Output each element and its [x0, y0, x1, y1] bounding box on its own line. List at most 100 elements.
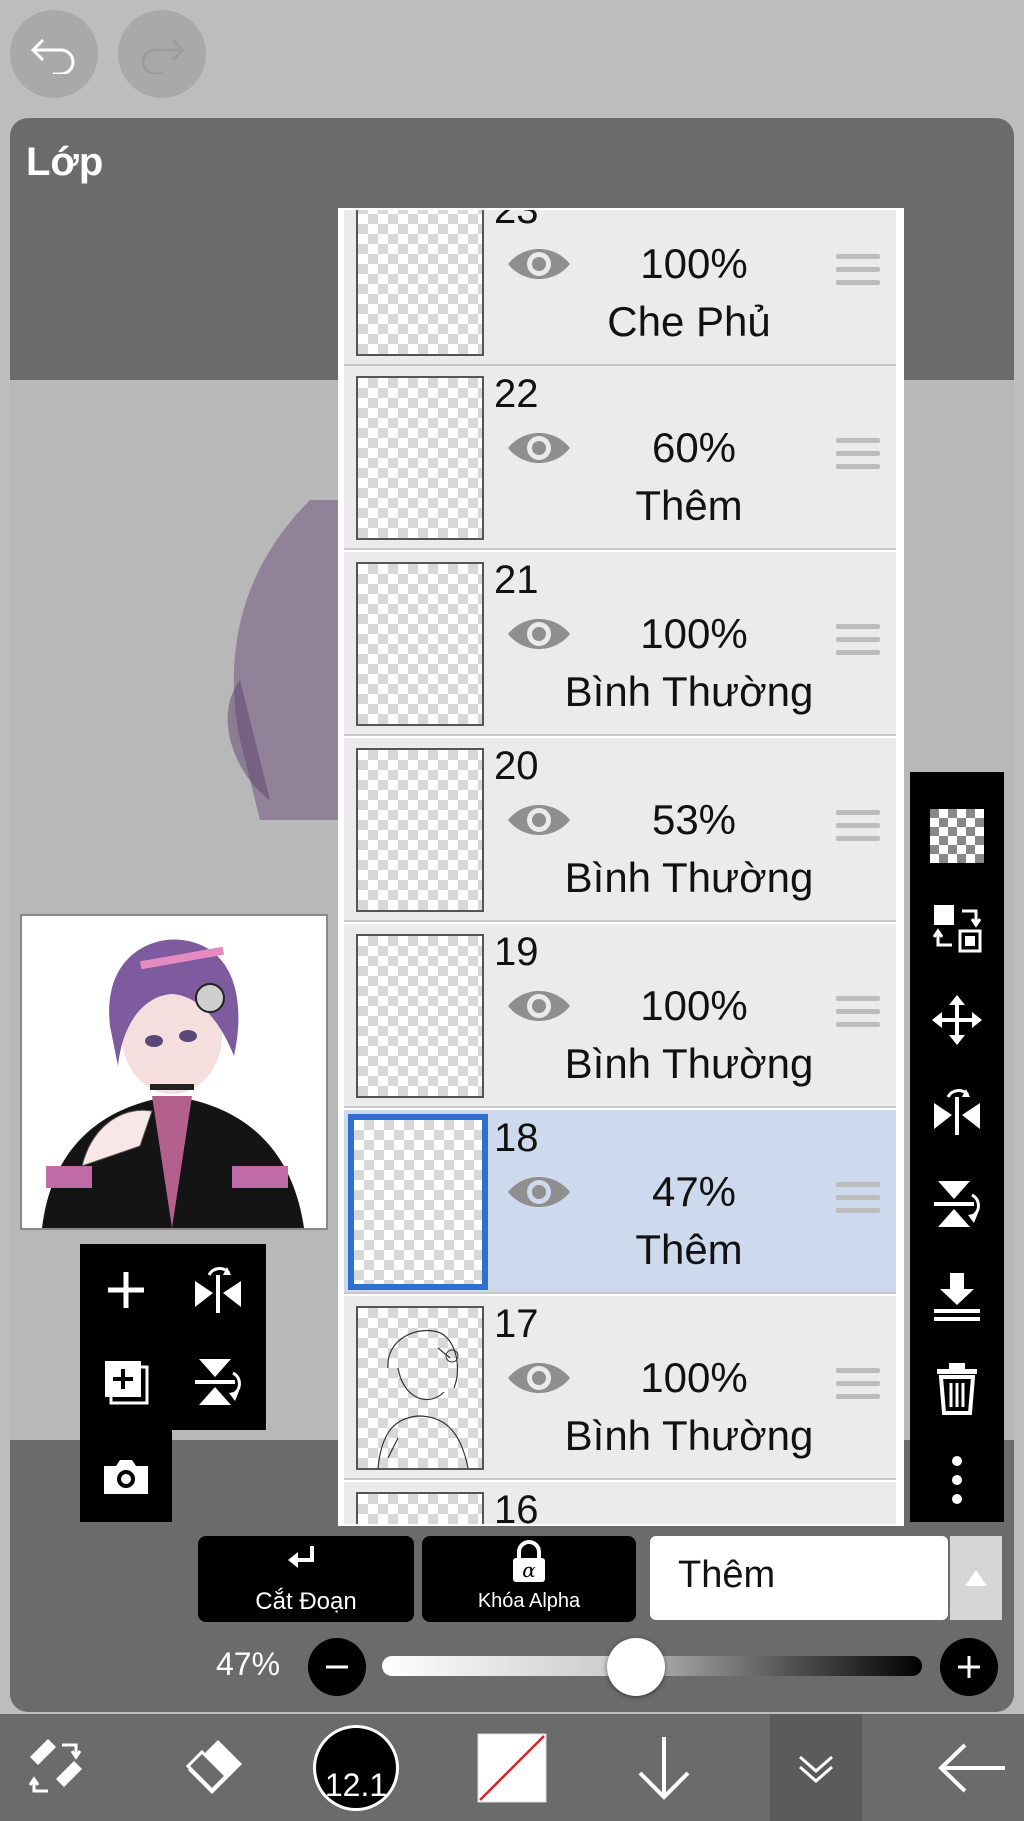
drag-handle-icon[interactable]: [836, 996, 880, 1030]
lock-alpha-icon: α: [513, 1540, 545, 1582]
layer-opacity: 47%: [651, 1168, 737, 1215]
merge-down-button[interactable]: [910, 1252, 1004, 1340]
layer-row[interactable]: 20 53% Bình Thường: [344, 738, 896, 922]
layer-row-selected[interactable]: 18 47% Thêm: [344, 1110, 896, 1294]
drag-handle-icon[interactable]: [836, 624, 880, 658]
swap-icon: [932, 905, 982, 953]
flip-horizontal-icon: [934, 1089, 980, 1135]
eye-icon[interactable]: [506, 984, 572, 1028]
color-swatch-icon: [477, 1733, 547, 1802]
layer-number: 20: [494, 744, 539, 788]
bottom-toolbar: 12.1: [0, 1714, 1024, 1821]
layer-number: 18: [494, 1116, 539, 1160]
opacity-slider-thumb[interactable]: [606, 1638, 665, 1696]
redo-button[interactable]: [118, 10, 206, 98]
layer-thumbnail: [356, 748, 484, 912]
color-button[interactable]: [462, 1714, 562, 1821]
flip-layer-vertical-button[interactable]: [910, 1160, 1004, 1248]
layer-number: 17: [494, 1302, 539, 1346]
delete-layer-button[interactable]: [910, 1344, 1004, 1432]
opacity-decrease-button[interactable]: [308, 1638, 366, 1696]
layer-opacity: 100%: [640, 240, 748, 287]
arrow-down-icon: [638, 1736, 690, 1800]
layer-opacity: 60%: [651, 424, 737, 471]
layer-thumbnail: [356, 210, 484, 356]
layer-thumbnail: [356, 1306, 484, 1470]
layer-number: 16: [494, 1488, 539, 1526]
undo-button[interactable]: [10, 10, 98, 98]
layer-blend-mode: Thêm: [635, 482, 743, 529]
flip-layer-horizontal-button[interactable]: [910, 1068, 1004, 1156]
chevrons-down-icon: [799, 1755, 833, 1783]
camera-layer-button[interactable]: [80, 1430, 172, 1522]
layer-row[interactable]: 16: [344, 1482, 896, 1526]
eye-icon[interactable]: [506, 612, 572, 656]
eye-icon[interactable]: [506, 1356, 572, 1400]
drag-handle-icon[interactable]: [836, 1368, 880, 1402]
brush-size-indicator: 12.1: [313, 1724, 399, 1811]
layers-button[interactable]: [770, 1714, 862, 1821]
drag-handle-icon[interactable]: [836, 810, 880, 844]
layer-thumbnail: [356, 562, 484, 726]
back-button[interactable]: [920, 1714, 1024, 1821]
transparency-button[interactable]: [910, 792, 1004, 880]
layer-blend-mode: Bình Thường: [564, 1040, 814, 1087]
trash-icon: [937, 1363, 977, 1415]
panel-title: Lớp: [26, 140, 104, 184]
layer-row[interactable]: 19 100% Bình Thường: [344, 924, 896, 1108]
opacity-increase-button[interactable]: [940, 1638, 998, 1696]
canvas-preview[interactable]: [20, 914, 328, 1230]
copy-layer-icon: [105, 1361, 149, 1405]
flip-horizontal-button[interactable]: [172, 1244, 264, 1336]
plus-icon: [958, 1656, 980, 1678]
layer-row[interactable]: 17 100% Bình Thường: [344, 1296, 896, 1480]
swap-layers-button[interactable]: [910, 884, 1004, 972]
triangle-up-icon: [965, 1570, 987, 1586]
layer-opacity: 100%: [640, 982, 748, 1029]
brush-size-button[interactable]: 12.1: [306, 1714, 406, 1821]
clipping-label: Cắt Đoạn: [255, 1588, 357, 1615]
add-layer-button[interactable]: [80, 1244, 172, 1336]
blend-mode-dropdown-button[interactable]: [950, 1536, 1002, 1620]
sketch-thumbnail-image: [377, 1329, 469, 1469]
eye-icon[interactable]: [506, 426, 572, 470]
eraser-tool-button[interactable]: [160, 1714, 270, 1821]
drag-handle-icon[interactable]: [836, 438, 880, 472]
opacity-label: 47%: [216, 1646, 281, 1682]
layer-thumbnail: [348, 1114, 488, 1290]
layer-thumbnail: [356, 934, 484, 1098]
layer-row[interactable]: 23 100% Che Phủ: [344, 210, 896, 366]
undo-icon: [30, 38, 75, 74]
move-layer-down-button[interactable]: [614, 1714, 714, 1821]
duplicate-layer-button[interactable]: [80, 1336, 172, 1428]
minus-icon: [326, 1665, 348, 1669]
layer-blend-mode: Bình Thường: [564, 854, 814, 901]
layer-number: 21: [494, 558, 539, 602]
drag-handle-icon[interactable]: [836, 254, 880, 288]
eye-icon[interactable]: [506, 1170, 572, 1214]
eye-icon[interactable]: [506, 798, 572, 842]
clipping-button[interactable]: Cắt Đoạn: [198, 1536, 414, 1622]
transform-tool-button[interactable]: [0, 1714, 110, 1821]
more-options-button[interactable]: [910, 1436, 1004, 1524]
layer-row[interactable]: 22 60% Thêm: [344, 366, 896, 550]
flip-horizontal-icon: [195, 1267, 241, 1313]
more-vertical-icon: [952, 1456, 962, 1504]
alpha-lock-label: Khóa Alpha: [477, 1590, 581, 1612]
plus-icon: [108, 1272, 144, 1308]
move-button[interactable]: [910, 976, 1004, 1064]
flip-vertical-button[interactable]: [172, 1336, 264, 1428]
layer-blend-mode: Bình Thường: [564, 668, 814, 715]
eye-icon[interactable]: [506, 242, 572, 286]
brush-size-value: 12.1: [324, 1766, 388, 1803]
character-preview-image: [22, 916, 326, 1228]
alpha-lock-button[interactable]: α Khóa Alpha: [422, 1536, 636, 1622]
layer-list[interactable]: 23 100% Che Phủ 22 60% Thêm 21 100% Bình…: [338, 208, 904, 1526]
layer-number: 19: [494, 930, 539, 974]
clipping-arrow-icon: [288, 1546, 314, 1568]
move-icon: [932, 995, 982, 1045]
drag-handle-icon[interactable]: [836, 1182, 880, 1216]
layer-blend-mode: Bình Thường: [564, 1412, 814, 1459]
blend-mode-select[interactable]: Thêm: [650, 1536, 948, 1620]
layer-row[interactable]: 21 100% Bình Thường: [344, 552, 896, 736]
